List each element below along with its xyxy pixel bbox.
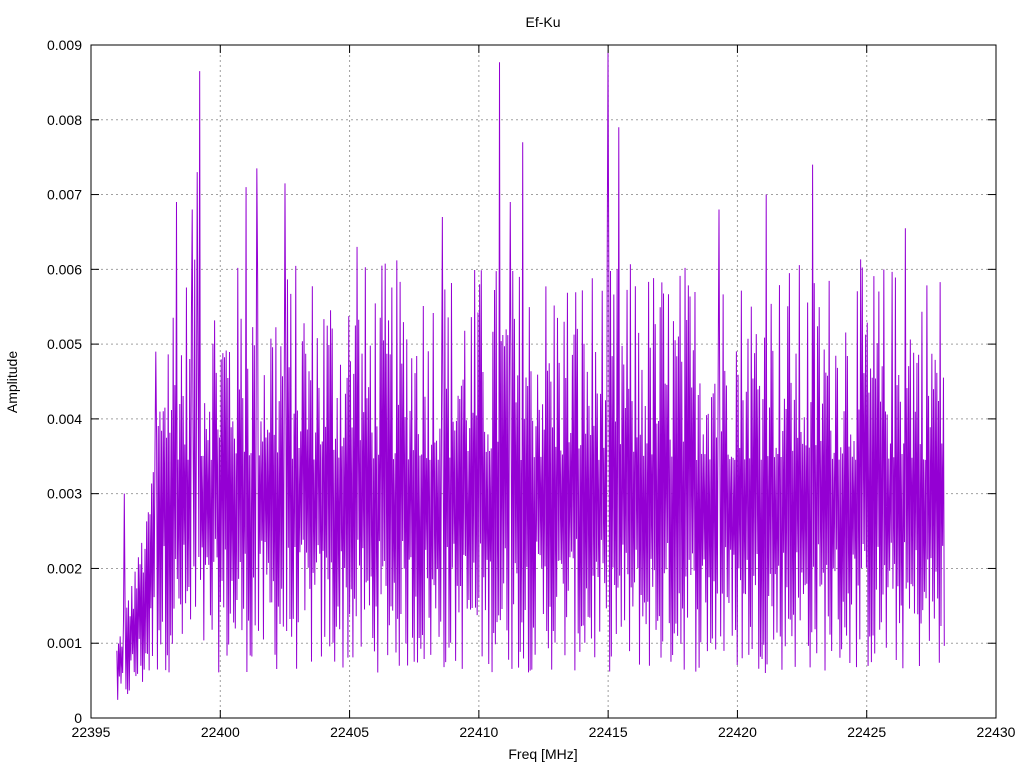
y-tick-label: 0.009 [47,37,82,53]
x-tick-label: 22415 [589,724,628,740]
series-layer [116,52,945,700]
x-tick-label: 22420 [718,724,757,740]
series-line [116,52,945,700]
y-tick-label: 0.001 [47,635,82,651]
y-tick-labels: 0 0.001 0.002 0.003 0.004 0.005 0.006 0.007 0.00… [47,37,82,726]
x-tick-label: 22430 [977,724,1016,740]
chart-title: Ef-Ku [525,14,560,30]
x-tick-label: 22405 [330,724,369,740]
x-tick-label: 22400 [201,724,240,740]
y-tick-label: 0.003 [47,486,82,502]
x-tick-labels: 22395 22400 22405 22410 22415 22420 22425 22430 [72,724,1016,740]
x-tick-label: 22425 [847,724,886,740]
y-tick-label: 0.005 [47,336,82,352]
y-tick-label: 0.004 [47,411,82,427]
chart: 22395 22400 22405 22410 22415 22420 22425 22430… [4,14,1016,762]
y-tick-label: 0.006 [47,261,82,277]
y-tick-label: 0.007 [47,187,82,203]
y-axis-label: Amplitude [4,351,20,413]
x-tick-label: 22410 [459,724,498,740]
x-tick-label: 22395 [72,724,111,740]
y-tick-label: 0.002 [47,560,82,576]
x-axis-label: Freq [MHz] [508,746,577,762]
y-tick-label: 0.008 [47,112,82,128]
y-tick-label: 0 [74,710,82,726]
